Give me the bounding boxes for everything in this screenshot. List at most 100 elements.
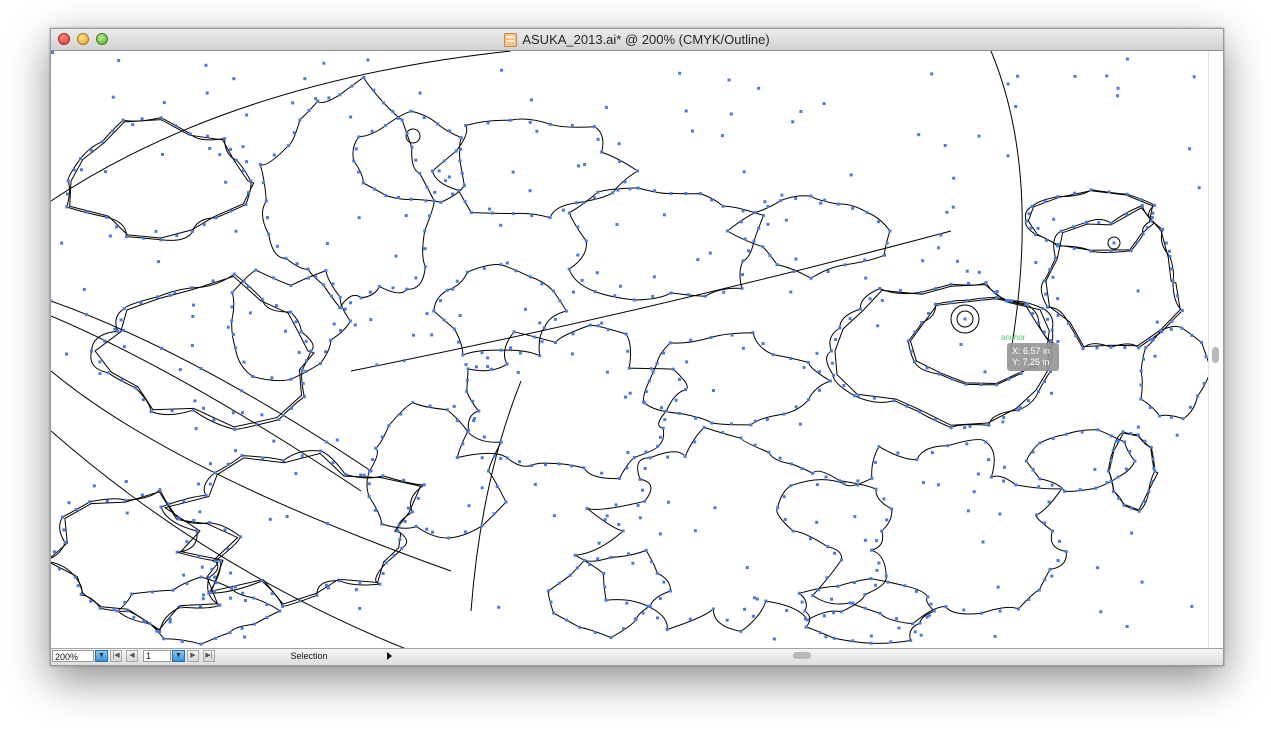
anchor-point[interactable] — [1048, 268, 1052, 271]
anchor-point[interactable] — [552, 611, 556, 615]
outline-path[interactable] — [1107, 431, 1156, 512]
anchor-point[interactable] — [286, 144, 290, 148]
anchor-point[interactable] — [232, 77, 236, 81]
anchor-point[interactable] — [258, 162, 262, 166]
anchor-point[interactable] — [451, 287, 455, 291]
anchor-point[interactable] — [708, 251, 712, 255]
anchor-point[interactable] — [271, 276, 275, 280]
anchor-point[interactable] — [243, 635, 247, 639]
anchor-point[interactable] — [469, 211, 473, 215]
anchor-point[interactable] — [1149, 445, 1153, 449]
anchor-point[interactable] — [636, 186, 640, 190]
anchor-point[interactable] — [302, 395, 306, 399]
anchor-point[interactable] — [529, 98, 533, 102]
anchor-point[interactable] — [1109, 434, 1113, 438]
anchor-point[interactable] — [803, 609, 807, 613]
anchor-point[interactable] — [1135, 240, 1139, 244]
anchor-point[interactable] — [662, 351, 666, 355]
anchor-point[interactable] — [141, 398, 145, 402]
anchor-point[interactable] — [294, 472, 298, 475]
anchor-point[interactable] — [636, 169, 639, 173]
anchor-point[interactable] — [1059, 229, 1063, 233]
anchor-point[interactable] — [1056, 297, 1060, 301]
anchor-point[interactable] — [212, 589, 216, 593]
anchor-point[interactable] — [301, 382, 305, 385]
anchor-point[interactable] — [755, 597, 759, 601]
anchor-point[interactable] — [678, 71, 682, 75]
anchor-point[interactable] — [830, 361, 834, 365]
anchor-point[interactable] — [233, 346, 237, 350]
anchor-point[interactable] — [622, 627, 625, 631]
anchor-point[interactable] — [782, 412, 786, 416]
anchor-point[interactable] — [856, 479, 860, 483]
anchor-point[interactable] — [418, 91, 422, 95]
anchor-point[interactable] — [965, 299, 969, 303]
anchor-point[interactable] — [490, 211, 494, 215]
anchor-point[interactable] — [540, 340, 544, 344]
anchor-point[interactable] — [1151, 338, 1155, 342]
anchor-point[interactable] — [398, 538, 402, 542]
anchor-point[interactable] — [465, 378, 469, 382]
anchor-point[interactable] — [712, 389, 715, 392]
anchor-point[interactable] — [757, 86, 761, 90]
anchor-point[interactable] — [753, 596, 756, 600]
anchor-point[interactable] — [528, 120, 532, 124]
anchor-point[interactable] — [473, 417, 477, 421]
anchor-point[interactable] — [1085, 220, 1089, 224]
anchor-point[interactable] — [1029, 226, 1033, 230]
anchor-point[interactable] — [332, 322, 336, 326]
anchor-point[interactable] — [662, 580, 666, 584]
outline-path[interactable] — [66, 117, 252, 241]
anchor-point[interactable] — [703, 294, 707, 298]
anchor-point[interactable] — [119, 318, 123, 322]
anchor-point[interactable] — [874, 487, 878, 491]
anchor-point[interactable] — [1004, 299, 1008, 303]
anchor-point[interactable] — [1192, 75, 1196, 79]
anchor-point[interactable] — [431, 530, 434, 534]
anchor-point[interactable] — [1164, 241, 1168, 245]
anchor-point[interactable] — [1130, 531, 1134, 535]
anchor-point[interactable] — [140, 493, 144, 497]
anchor-point[interactable] — [62, 528, 66, 532]
anchor-point[interactable] — [535, 129, 539, 133]
anchor-point[interactable] — [445, 408, 449, 412]
anchor-point[interactable] — [374, 446, 378, 450]
anchor-point[interactable] — [1144, 346, 1148, 349]
anchor-point[interactable] — [509, 346, 513, 350]
anchor-point[interactable] — [190, 230, 194, 233]
anchor-point[interactable] — [577, 164, 580, 168]
anchor-point[interactable] — [791, 120, 795, 124]
anchor-point[interactable] — [828, 379, 832, 383]
anchor-point[interactable] — [617, 523, 621, 526]
anchor-point[interactable] — [570, 464, 573, 468]
anchor-point[interactable] — [338, 93, 342, 97]
anchor-point[interactable] — [1014, 105, 1018, 108]
anchor-point[interactable] — [865, 211, 869, 214]
anchor-point[interactable] — [677, 411, 681, 415]
anchor-point[interactable] — [944, 605, 948, 609]
anchor-point[interactable] — [763, 200, 767, 204]
anchor-point[interactable] — [439, 200, 443, 204]
anchor-point[interactable] — [742, 170, 746, 174]
anchor-point[interactable] — [396, 529, 400, 533]
anchor-point[interactable] — [1037, 390, 1040, 393]
anchor-point[interactable] — [833, 551, 837, 555]
anchor-point[interactable] — [877, 445, 881, 449]
anchor-point[interactable] — [300, 454, 304, 458]
anchor-point[interactable] — [1072, 247, 1076, 251]
anchor-point[interactable] — [852, 394, 856, 398]
anchor-point[interactable] — [304, 369, 308, 373]
anchor-point[interactable] — [1027, 399, 1030, 403]
anchor-point[interactable] — [242, 279, 246, 283]
anchor-point[interactable] — [1074, 334, 1078, 338]
anchor-point[interactable] — [588, 323, 592, 327]
anchor-point[interactable] — [528, 189, 532, 193]
anchor-point[interactable] — [951, 377, 955, 381]
anchor-point[interactable] — [1129, 431, 1133, 435]
anchor-point[interactable] — [403, 520, 407, 523]
anchor-point[interactable] — [353, 323, 357, 327]
anchor-point[interactable] — [811, 594, 815, 597]
anchor-point[interactable] — [499, 348, 503, 352]
anchor-point[interactable] — [729, 112, 733, 116]
anchor-point[interactable] — [384, 561, 388, 565]
